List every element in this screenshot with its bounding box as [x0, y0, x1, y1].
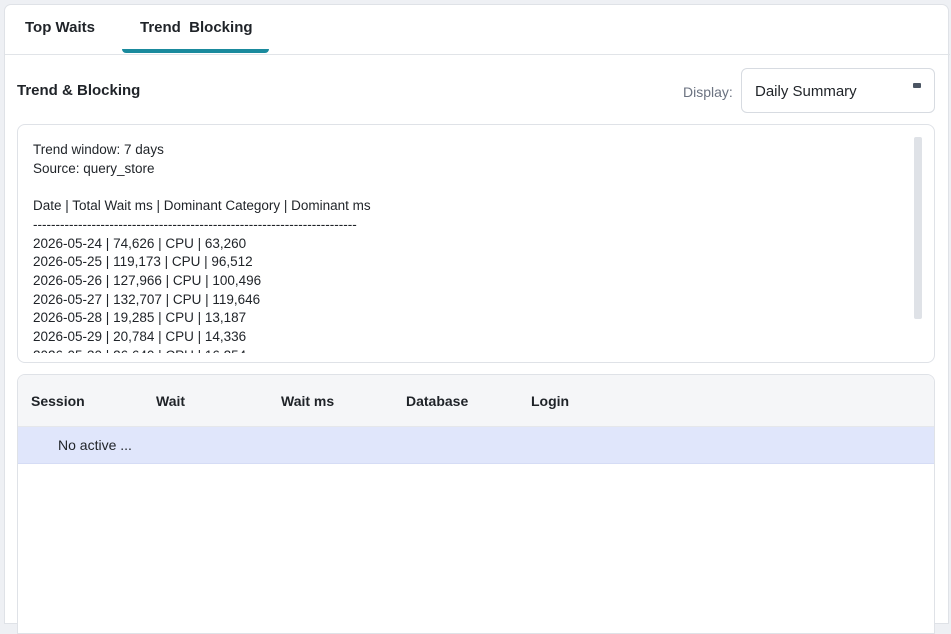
- dropdown-arrow-icon: [913, 83, 921, 88]
- tab-bar: Top Waits Trend Blocking: [5, 5, 950, 55]
- section-title: Trend & Blocking: [17, 82, 141, 99]
- trend-report-textbox[interactable]: Trend window: 7 days Source: query_store…: [17, 124, 935, 363]
- display-label: Display:: [683, 84, 733, 100]
- blocking-grid: Session Wait Wait ms Database Login No a…: [17, 374, 935, 634]
- trend-report-text: Trend window: 7 days Source: query_store…: [33, 142, 371, 353]
- grid-header: Session Wait Wait ms Database Login: [18, 375, 934, 427]
- tab-top-waits[interactable]: Top Waits: [25, 19, 95, 36]
- display-select[interactable]: Daily Summary: [741, 68, 935, 113]
- table-row[interactable]: No active ...: [18, 427, 934, 464]
- column-header-login[interactable]: Login: [531, 393, 569, 409]
- vertical-scrollbar[interactable]: [914, 137, 922, 319]
- active-tab-indicator: [122, 49, 269, 53]
- column-header-database[interactable]: Database: [406, 393, 468, 409]
- column-header-wait-ms[interactable]: Wait ms: [281, 393, 334, 409]
- display-select-value: Daily Summary: [755, 83, 857, 100]
- column-header-wait[interactable]: Wait: [156, 393, 185, 409]
- column-header-session[interactable]: Session: [31, 393, 85, 409]
- row-message: No active ...: [58, 437, 132, 453]
- app-panel: Top Waits Trend Blocking Trend & Blockin…: [4, 4, 950, 634]
- tab-trend-blocking[interactable]: Trend Blocking: [140, 19, 253, 36]
